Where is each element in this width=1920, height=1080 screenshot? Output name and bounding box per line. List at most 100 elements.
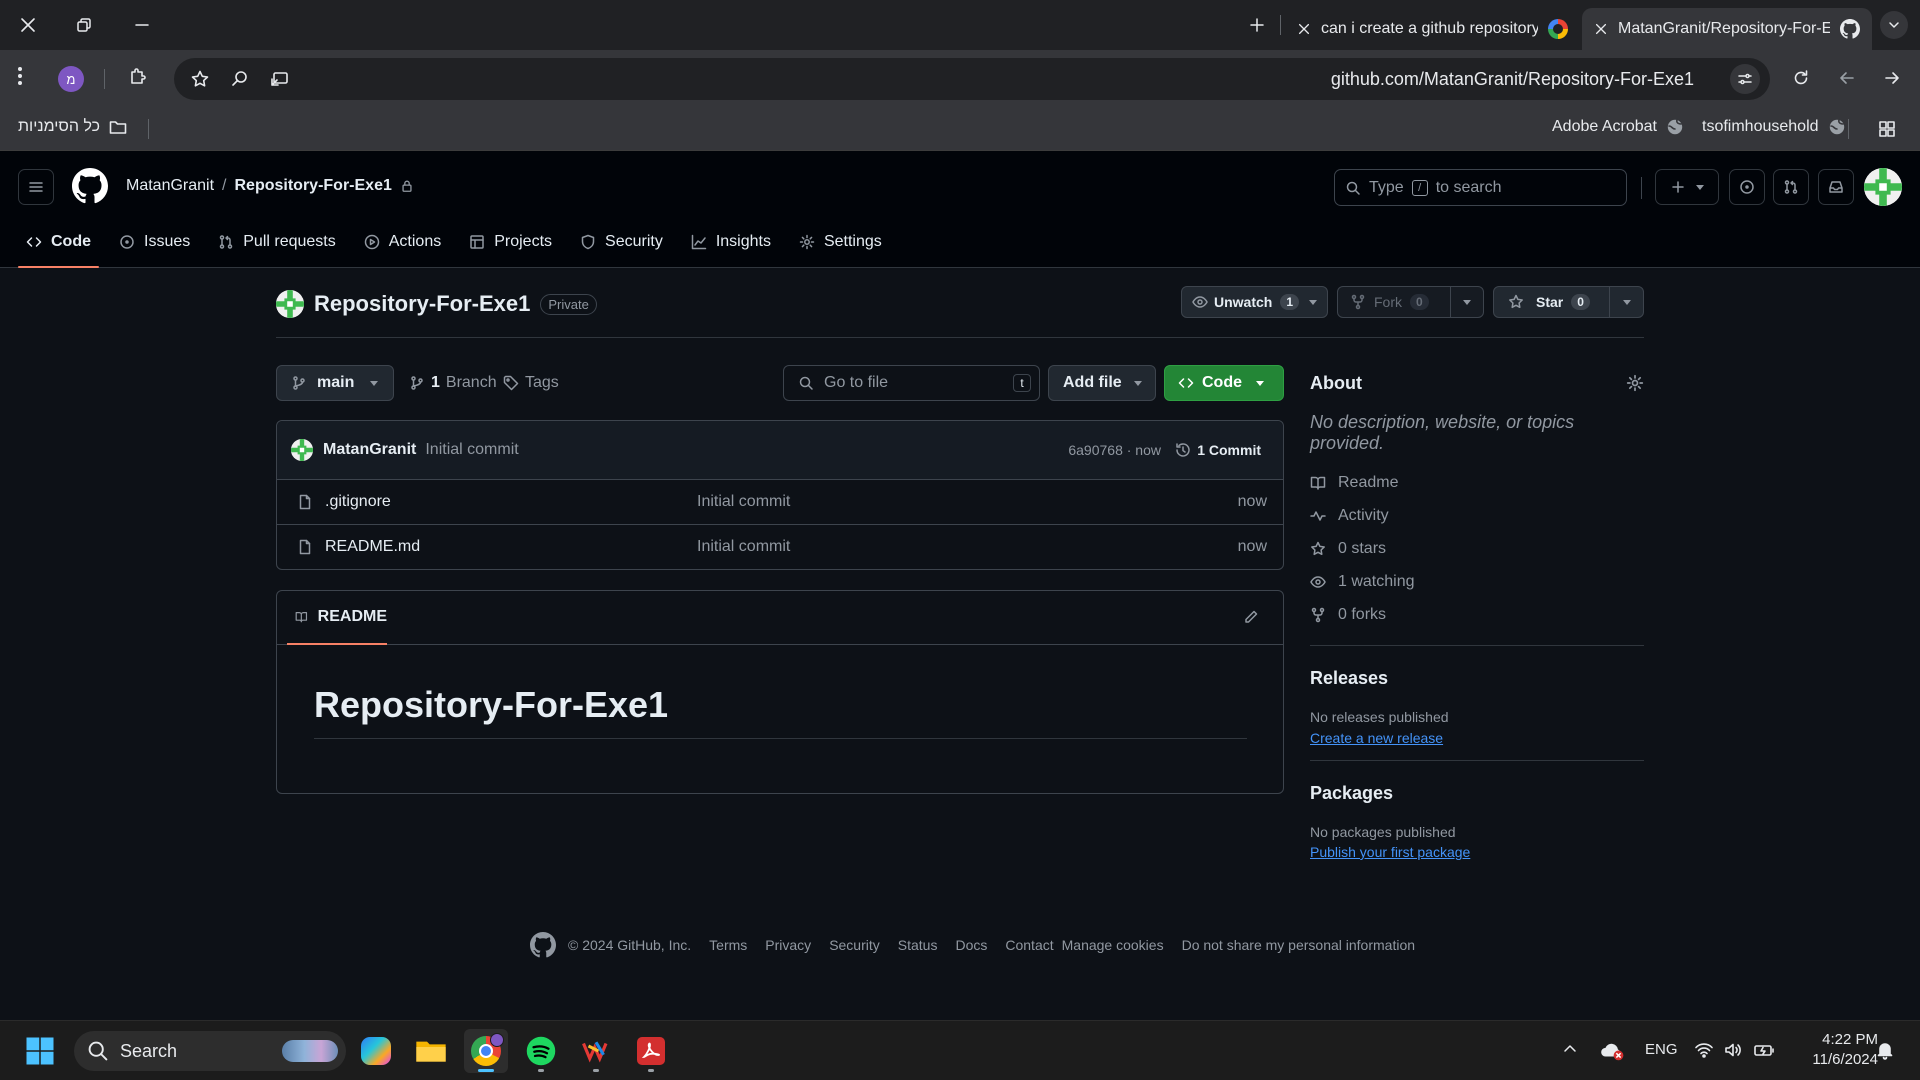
commit-author-avatar[interactable]	[291, 439, 313, 461]
taskbar-chrome[interactable]	[464, 1029, 508, 1073]
tray-battery[interactable]	[1753, 1040, 1775, 1060]
back-button[interactable]	[1837, 68, 1857, 88]
reload-button[interactable]	[1791, 68, 1811, 88]
unwatch-button[interactable]: Unwatch 1	[1181, 286, 1328, 318]
pull-requests-button[interactable]	[1773, 169, 1809, 205]
about-readme[interactable]: Readme	[1310, 466, 1644, 499]
tab-projects[interactable]: Projects	[459, 216, 562, 268]
start-button[interactable]	[18, 1029, 62, 1073]
star-dropdown[interactable]	[1609, 287, 1643, 317]
footer-link-do-not-share[interactable]: Do not share my personal information	[1182, 937, 1415, 953]
tray-network[interactable]	[1694, 1040, 1714, 1060]
tab-insights[interactable]: Insights	[681, 216, 781, 268]
address-bar[interactable]: github.com/MatanGranit/Repository-For-Ex…	[174, 58, 1770, 100]
bookmark-adobe-acrobat[interactable]: Adobe Acrobat	[1552, 117, 1685, 137]
extensions-button[interactable]	[128, 66, 148, 86]
url-text[interactable]: github.com/MatanGranit/Repository-For-Ex…	[1331, 69, 1694, 90]
menu-button[interactable]	[16, 66, 24, 86]
owner-link[interactable]: MatanGranit	[126, 177, 214, 195]
close-tab-icon[interactable]	[1297, 22, 1311, 36]
owner-avatar[interactable]	[276, 290, 304, 318]
tray-volume[interactable]	[1723, 1040, 1743, 1060]
notifications-button[interactable]	[1875, 1040, 1895, 1060]
new-tab-button[interactable]	[1243, 11, 1271, 39]
tab-actions[interactable]: Actions	[354, 216, 451, 268]
language-indicator[interactable]: ENG	[1645, 1041, 1678, 1058]
zoom-button[interactable]	[230, 69, 250, 89]
bookmark-star-button[interactable]	[190, 69, 210, 89]
commit-sha[interactable]: 6a90768 · now	[1068, 442, 1161, 458]
close-tab-icon[interactable]	[1594, 22, 1608, 36]
search-input[interactable]: Type / to search	[1334, 169, 1627, 206]
commit-message[interactable]: Initial commit	[425, 441, 518, 459]
fork-button[interactable]: Fork 0	[1337, 286, 1484, 318]
issues-button[interactable]	[1729, 169, 1765, 205]
releases-title[interactable]: Releases	[1310, 668, 1644, 689]
code-button[interactable]: Code	[1164, 365, 1284, 401]
edit-readme-button[interactable]	[1243, 609, 1259, 625]
about-watching[interactable]: 1 watching	[1310, 565, 1644, 598]
tab-code[interactable]: Code	[16, 216, 101, 268]
taskbar-search[interactable]: Search	[74, 1031, 346, 1071]
add-file-button[interactable]: Add file	[1048, 365, 1156, 401]
hamburger-menu-button[interactable]	[18, 169, 54, 205]
about-settings-button[interactable]	[1626, 374, 1644, 392]
taskbar-copilot[interactable]	[354, 1029, 398, 1073]
user-avatar[interactable]	[1864, 168, 1902, 206]
create-release-link[interactable]: Create a new release	[1310, 730, 1644, 746]
tab-search-button[interactable]	[1880, 11, 1908, 39]
fork-dropdown[interactable]	[1449, 287, 1484, 317]
branch-select-button[interactable]: main	[276, 365, 394, 401]
profile-avatar[interactable]: מ	[58, 66, 84, 92]
footer-link-docs[interactable]: Docs	[955, 937, 987, 953]
bookmark-tsofimhousehold[interactable]: tsofimhousehold	[1702, 117, 1847, 137]
publish-package-link[interactable]: Publish your first package	[1310, 844, 1644, 860]
footer-link-terms[interactable]: Terms	[709, 937, 747, 953]
file-name[interactable]: README.md	[325, 538, 697, 556]
tab-issues[interactable]: Issues	[109, 216, 200, 268]
tray-onedrive[interactable]	[1599, 1039, 1625, 1061]
taskbar-winrar[interactable]	[574, 1029, 618, 1073]
footer-link-security[interactable]: Security	[829, 937, 880, 953]
site-settings-button[interactable]	[1730, 64, 1760, 94]
star-button[interactable]: Star 0	[1493, 286, 1644, 318]
taskbar-file-explorer[interactable]	[409, 1029, 453, 1073]
star-main[interactable]: Star 0	[1494, 294, 1609, 310]
tab-settings[interactable]: Settings	[789, 216, 892, 268]
tab-github[interactable]: MatanGranit/Repository-For-Exe1	[1582, 8, 1872, 50]
taskbar-acrobat[interactable]	[629, 1029, 673, 1073]
file-commit-message[interactable]: Initial commit	[697, 538, 790, 556]
clock[interactable]: 4:22 PM 11/6/2024	[1790, 1030, 1878, 1070]
footer-link-contact[interactable]: Contact	[1005, 937, 1053, 953]
commits-link[interactable]: 1 Commit	[1175, 442, 1261, 458]
tab-pull-requests[interactable]: Pull requests	[208, 216, 346, 268]
fork-main[interactable]: Fork 0	[1338, 294, 1450, 310]
packages-title[interactable]: Packages	[1310, 783, 1644, 804]
forward-button[interactable]	[1882, 68, 1902, 88]
tray-overflow-button[interactable]	[1562, 1041, 1578, 1057]
inbox-button[interactable]	[1818, 169, 1854, 205]
cast-button[interactable]	[270, 69, 290, 89]
create-new-button[interactable]	[1655, 169, 1719, 205]
footer-link-privacy[interactable]: Privacy	[765, 937, 811, 953]
file-row[interactable]: README.md Initial commit now	[277, 524, 1283, 569]
about-activity[interactable]: Activity	[1310, 499, 1644, 532]
minimize-window-button[interactable]	[128, 11, 156, 39]
file-row[interactable]: .gitignore Initial commit now	[277, 479, 1283, 524]
all-bookmarks-button[interactable]: כל הסימניות	[18, 117, 128, 137]
watch-dropdown[interactable]	[1309, 299, 1318, 305]
restore-window-button[interactable]	[70, 11, 98, 39]
branches-link[interactable]: 1 Branch	[409, 374, 497, 392]
tab-security[interactable]: Security	[570, 216, 673, 268]
repo-link[interactable]: Repository-For-Exe1	[235, 177, 392, 195]
go-to-file-input[interactable]: Go to file t	[783, 365, 1040, 401]
tab-search[interactable]: can i create a github repository	[1285, 8, 1580, 50]
tags-link[interactable]: Tags	[503, 374, 559, 392]
repo-name[interactable]: Repository-For-Exe1	[314, 291, 530, 317]
file-commit-message[interactable]: Initial commit	[697, 493, 790, 511]
taskbar-spotify[interactable]	[519, 1029, 563, 1073]
footer-link-status[interactable]: Status	[898, 937, 938, 953]
commit-author[interactable]: MatanGranit	[323, 441, 416, 459]
file-name[interactable]: .gitignore	[325, 493, 697, 511]
about-stars[interactable]: 0 stars	[1310, 532, 1644, 565]
